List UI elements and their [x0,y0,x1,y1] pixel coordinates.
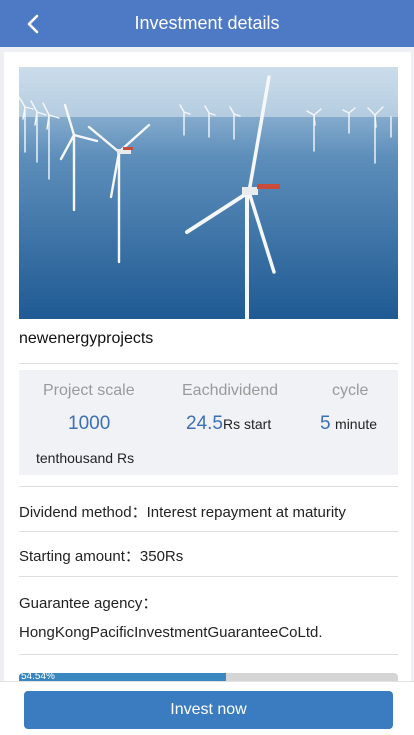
project-name: newenergyprojects [19,330,154,347]
stat-label: Project scale [43,382,135,399]
top-bar: Investment details [0,0,414,47]
stat-unit: tenthousand Rs [36,450,135,466]
detail-card: newenergyprojects Project scale 1000 ten… [4,52,411,735]
divider [19,654,398,655]
page-title: Investment details [134,13,280,33]
stat-value: 24.5 [186,413,223,434]
stat-label: Eachdividend [182,382,279,399]
chevron-left-icon [27,14,39,34]
divider [19,531,398,532]
stats-panel: Project scale 1000 tenthousand Rs Eachdi… [19,370,398,475]
starting-amount: Starting amount：350Rs [19,548,184,565]
stat-value: 5 [320,413,331,434]
back-button[interactable] [22,12,46,36]
guarantee-agency: HongKongPacificInvestmentGuaranteeCoLtd. [19,624,323,641]
divider [19,363,398,364]
guarantee-label: Guarantee agency： [19,595,158,612]
stat-label: cycle [332,382,369,399]
divider [19,486,398,487]
footer-bar: Invest now [0,681,414,735]
divider [19,576,398,577]
stat-unit: Rs start [222,416,272,432]
stat-unit: minute [335,416,378,432]
dividend-method: Dividend method：Interest repayment at ma… [19,504,346,521]
wind-farm-photo [19,67,398,319]
stat-value: 1000 [68,413,111,434]
invest-now-button[interactable]: Invest now [24,691,393,729]
